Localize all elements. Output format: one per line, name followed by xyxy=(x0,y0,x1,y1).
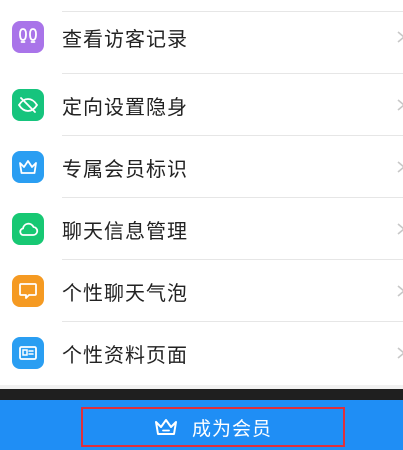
become-member-button[interactable]: 成为会员 xyxy=(81,407,345,447)
screen: 查看访客记录 定向设置隐身 专属会员标识 聊天信息管理 个性聊天气泡 个性资料页… xyxy=(0,0,403,450)
id-card-icon xyxy=(12,337,44,369)
chevron-right-icon xyxy=(397,31,403,43)
menu-item-label: 查看访客记录 xyxy=(62,26,188,51)
become-member-label: 成为会员 xyxy=(191,417,272,440)
menu-item-label: 专属会员标识 xyxy=(62,156,188,181)
privilege-list: 查看访客记录 定向设置隐身 专属会员标识 聊天信息管理 个性聊天气泡 个性资料页… xyxy=(0,0,403,384)
bottom-shadow xyxy=(0,389,403,400)
chat-bubble-icon xyxy=(12,275,44,307)
chevron-right-icon xyxy=(397,99,403,111)
crown-icon xyxy=(12,151,44,183)
menu-item-profile-page[interactable]: 个性资料页面 xyxy=(0,322,403,384)
menu-item-chat-management[interactable]: 聊天信息管理 xyxy=(0,198,403,260)
menu-item-label: 个性聊天气泡 xyxy=(62,280,188,305)
chevron-right-icon xyxy=(397,347,403,359)
menu-item-label: 个性资料页面 xyxy=(62,342,188,367)
footprints-icon xyxy=(12,21,44,53)
chevron-right-icon xyxy=(397,161,403,173)
chevron-right-icon xyxy=(397,223,403,235)
menu-item-directional-invisible[interactable]: 定向设置隐身 xyxy=(0,74,403,136)
cloud-icon xyxy=(12,213,44,245)
eye-off-icon xyxy=(12,89,44,121)
crown-icon xyxy=(154,419,177,435)
chevron-right-icon xyxy=(397,285,403,297)
menu-item-chat-bubble[interactable]: 个性聊天气泡 xyxy=(0,260,403,322)
menu-item-visitor-records[interactable]: 查看访客记录 xyxy=(0,0,403,74)
menu-item-label: 聊天信息管理 xyxy=(62,218,188,243)
menu-item-vip-badge[interactable]: 专属会员标识 xyxy=(0,136,403,198)
menu-item-label: 定向设置隐身 xyxy=(62,94,188,119)
